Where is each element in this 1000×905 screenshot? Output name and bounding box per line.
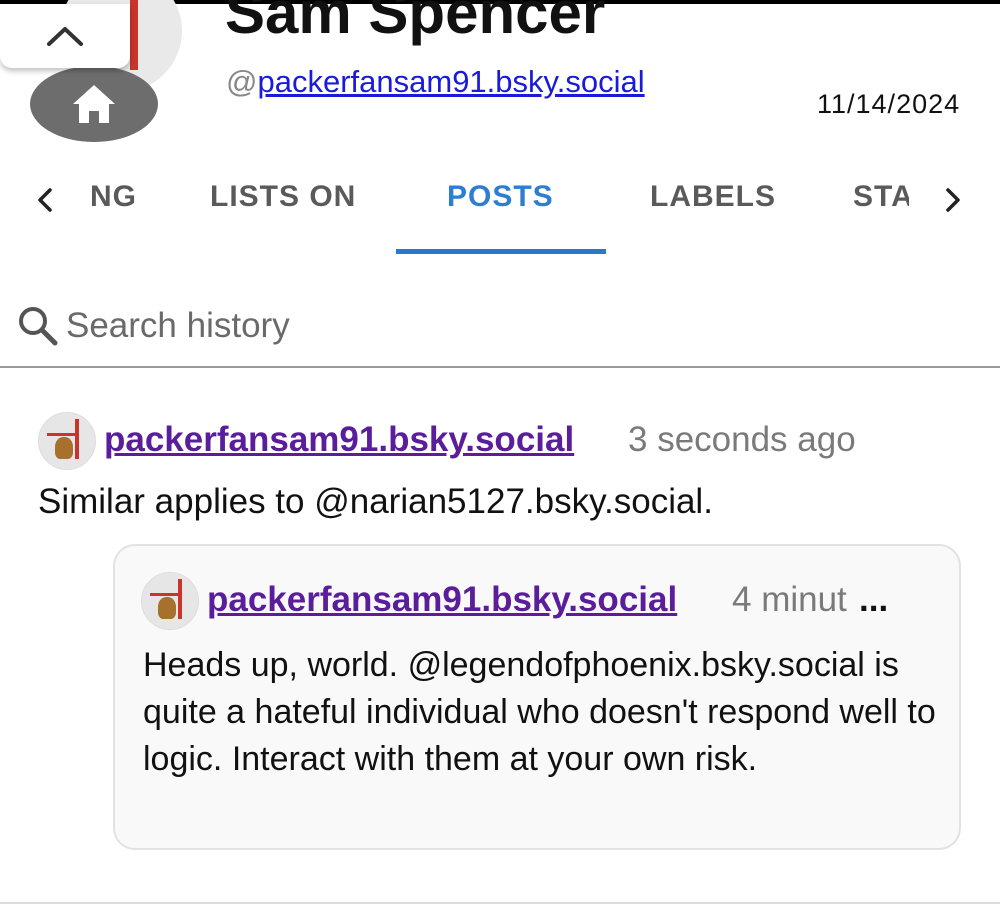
tab-stats[interactable]: STA	[853, 180, 909, 214]
quoted-post[interactable]: packerfansam91.bsky.social 4 minut ... H…	[113, 544, 961, 850]
quoted-author-avatar[interactable]	[141, 572, 199, 630]
profile-date: 11/14/2024	[817, 89, 961, 119]
tab-labels[interactable]: LABELS	[650, 180, 776, 214]
post-divider	[0, 902, 1000, 904]
tab-posts[interactable]: POSTS	[447, 180, 554, 214]
post-author-avatar[interactable]	[38, 412, 96, 470]
profile-name: Sam Spencer	[225, 0, 606, 46]
active-tab-indicator	[396, 249, 606, 254]
home-button[interactable]	[30, 66, 158, 142]
post-author-link[interactable]: packerfansam91.bsky.social	[104, 420, 574, 460]
handle-prefix: @	[226, 64, 258, 99]
post-timestamp: 3 seconds ago	[628, 420, 856, 459]
tabs-scroll-right[interactable]	[938, 180, 968, 220]
scroll-up-button[interactable]	[0, 4, 130, 68]
quoted-timestamp-ellipsis: ...	[859, 580, 889, 619]
tab-following[interactable]: NG	[90, 180, 140, 214]
quoted-timestamp: 4 minut	[732, 580, 847, 619]
quoted-author-link[interactable]: packerfansam91.bsky.social	[207, 580, 677, 620]
profile-handle: @packerfansam91.bsky.social	[226, 64, 645, 100]
profile-handle-link[interactable]: packerfansam91.bsky.social	[257, 64, 644, 99]
profile-tabs: NG LISTS ON POSTS LABELS STA	[0, 160, 1000, 260]
chevron-left-icon	[38, 188, 52, 212]
tabs-scroll-left[interactable]	[30, 180, 60, 220]
chevron-up-icon	[47, 27, 83, 46]
quoted-post-text: Heads up, world. @legendofphoenix.bsky.s…	[143, 646, 936, 778]
post-text: Similar applies to @narian5127.bsky.soci…	[38, 482, 713, 521]
home-icon	[73, 85, 115, 123]
chevron-right-icon	[946, 188, 960, 212]
search-input[interactable]	[64, 300, 668, 352]
search-bar	[0, 290, 1000, 368]
tab-lists-on[interactable]: LISTS ON	[210, 180, 356, 214]
search-icon	[19, 307, 58, 346]
